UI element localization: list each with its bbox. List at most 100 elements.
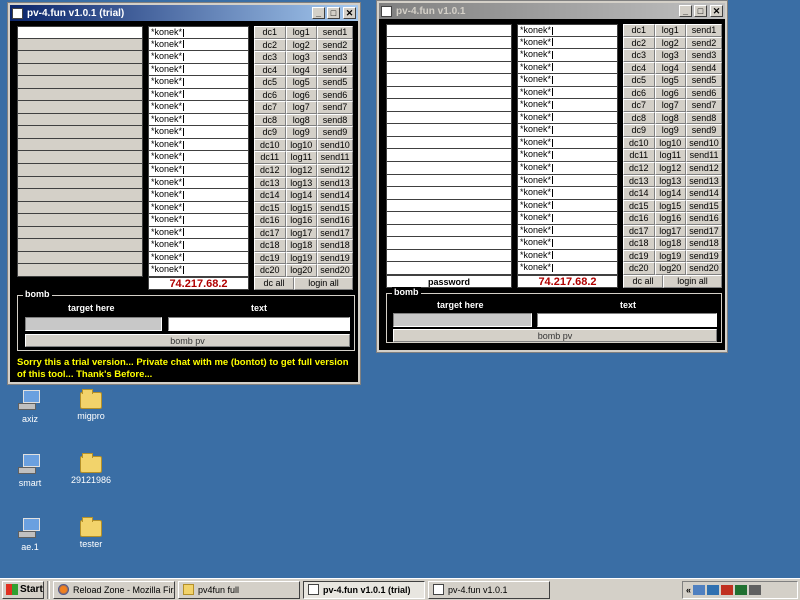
nick-field[interactable] [386,124,512,137]
send-button[interactable]: send18 [686,237,723,250]
log-button[interactable]: log7 [654,99,687,112]
log-button[interactable]: log5 [285,76,318,89]
log-button[interactable]: log1 [285,26,318,39]
message-field[interactable]: *konek* [517,174,618,188]
send-button[interactable]: send15 [686,199,723,213]
log-button[interactable]: log6 [654,86,687,100]
dc-button[interactable]: dc3 [623,49,655,62]
dc-button[interactable]: dc17 [254,226,286,240]
send-button[interactable]: send10 [686,136,723,150]
send-button[interactable]: send11 [686,149,723,163]
desktop-icon-tester[interactable]: tester [61,516,121,549]
send-button[interactable]: send2 [686,36,723,50]
message-field[interactable]: *konek* [148,88,249,102]
nick-field[interactable] [386,237,512,250]
nick-field[interactable] [17,26,143,39]
target-input[interactable] [393,313,532,327]
log-button[interactable]: log18 [654,237,687,250]
close-button[interactable]: ✕ [343,7,356,19]
log-button[interactable]: log16 [654,212,687,225]
maximize-button[interactable]: □ [327,7,340,19]
nick-field[interactable] [386,99,512,112]
send-button[interactable]: send2 [317,38,354,52]
nick-field[interactable] [17,101,143,114]
log-button[interactable]: log4 [285,63,318,77]
message-field[interactable]: *konek* [148,51,249,64]
send-button[interactable]: send14 [686,187,723,200]
log-button[interactable]: log8 [654,111,687,125]
nick-field[interactable] [17,76,143,89]
log-button[interactable]: log18 [285,239,318,252]
log-button[interactable]: log4 [654,61,687,75]
volume-icon[interactable] [749,585,762,595]
nick-field[interactable] [386,111,512,125]
log-button[interactable]: log13 [654,174,687,188]
dc-button[interactable]: dc10 [623,136,655,150]
dc-button[interactable]: dc9 [623,124,655,137]
message-field[interactable]: *konek* [148,126,249,139]
message-field[interactable]: *konek* [148,151,249,165]
message-field[interactable]: *konek* [517,149,618,163]
dc-button[interactable]: dc11 [254,151,286,165]
send-button[interactable]: send6 [686,86,723,100]
dc-button[interactable]: dc5 [254,76,286,89]
message-field[interactable]: *konek* [517,237,618,250]
login-all-button[interactable]: login all [663,275,722,288]
nick-field[interactable] [386,187,512,200]
send-button[interactable]: send9 [686,124,723,137]
message-field[interactable]: *konek* [148,38,249,52]
dc-button[interactable]: dc14 [254,189,286,202]
nick-field[interactable] [17,151,143,165]
log-button[interactable]: log9 [654,124,687,137]
log-button[interactable]: log12 [285,164,318,177]
log-button[interactable]: log19 [285,251,318,265]
send-button[interactable]: send13 [686,174,723,188]
send-button[interactable]: send16 [686,212,723,225]
send-button[interactable]: send4 [317,63,354,77]
message-field[interactable]: *konek* [148,101,249,114]
taskbar-item-folder[interactable]: pv4fun full [178,580,300,599]
send-button[interactable]: send7 [317,101,354,114]
message-field[interactable]: *konek* [148,164,249,177]
nick-field[interactable] [17,201,143,215]
dc-button[interactable]: dc19 [623,249,655,263]
message-field[interactable]: *konek* [517,224,618,238]
dc-button[interactable]: dc5 [623,74,655,87]
message-field[interactable]: *konek* [517,74,618,87]
message-field[interactable]: *konek* [148,239,249,252]
send-button[interactable]: send19 [686,249,723,263]
close-button[interactable]: ✕ [710,5,723,17]
nick-field[interactable] [17,51,143,64]
log-button[interactable]: log11 [285,151,318,165]
tray-expand-icon[interactable]: « [686,585,691,595]
minimize-button[interactable]: _ [312,7,325,19]
nick-field[interactable] [386,262,512,275]
dc-button[interactable]: dc18 [254,239,286,252]
message-field[interactable]: *konek* [148,76,249,89]
nick-field[interactable] [17,88,143,102]
send-button[interactable]: send12 [317,164,354,177]
message-field[interactable]: *konek* [517,99,618,112]
dc-button[interactable]: dc13 [254,176,286,190]
nick-field[interactable] [386,36,512,50]
message-field[interactable]: *konek* [517,61,618,75]
nick-field[interactable] [386,24,512,37]
message-field[interactable]: *konek* [148,176,249,190]
nick-field[interactable] [386,212,512,225]
log-button[interactable]: log15 [285,201,318,215]
log-button[interactable]: log17 [654,224,687,238]
dc-button[interactable]: dc20 [254,264,286,277]
send-button[interactable]: send15 [317,201,354,215]
send-button[interactable]: send13 [317,176,354,190]
log-button[interactable]: log6 [285,88,318,102]
taskbar-item-trial[interactable]: pv-4.fun v1.0.1 (trial) [303,580,425,599]
message-field[interactable]: *konek* [148,251,249,265]
start-button[interactable]: Start [2,580,44,599]
desktop-icon-ae1[interactable]: ae.1 [0,516,60,552]
log-button[interactable]: log8 [285,113,318,127]
message-field[interactable]: *konek* [148,226,249,240]
nick-field[interactable] [17,113,143,127]
dc-button[interactable]: dc14 [623,187,655,200]
message-field[interactable]: *konek* [148,113,249,127]
send-button[interactable]: send1 [686,24,723,37]
